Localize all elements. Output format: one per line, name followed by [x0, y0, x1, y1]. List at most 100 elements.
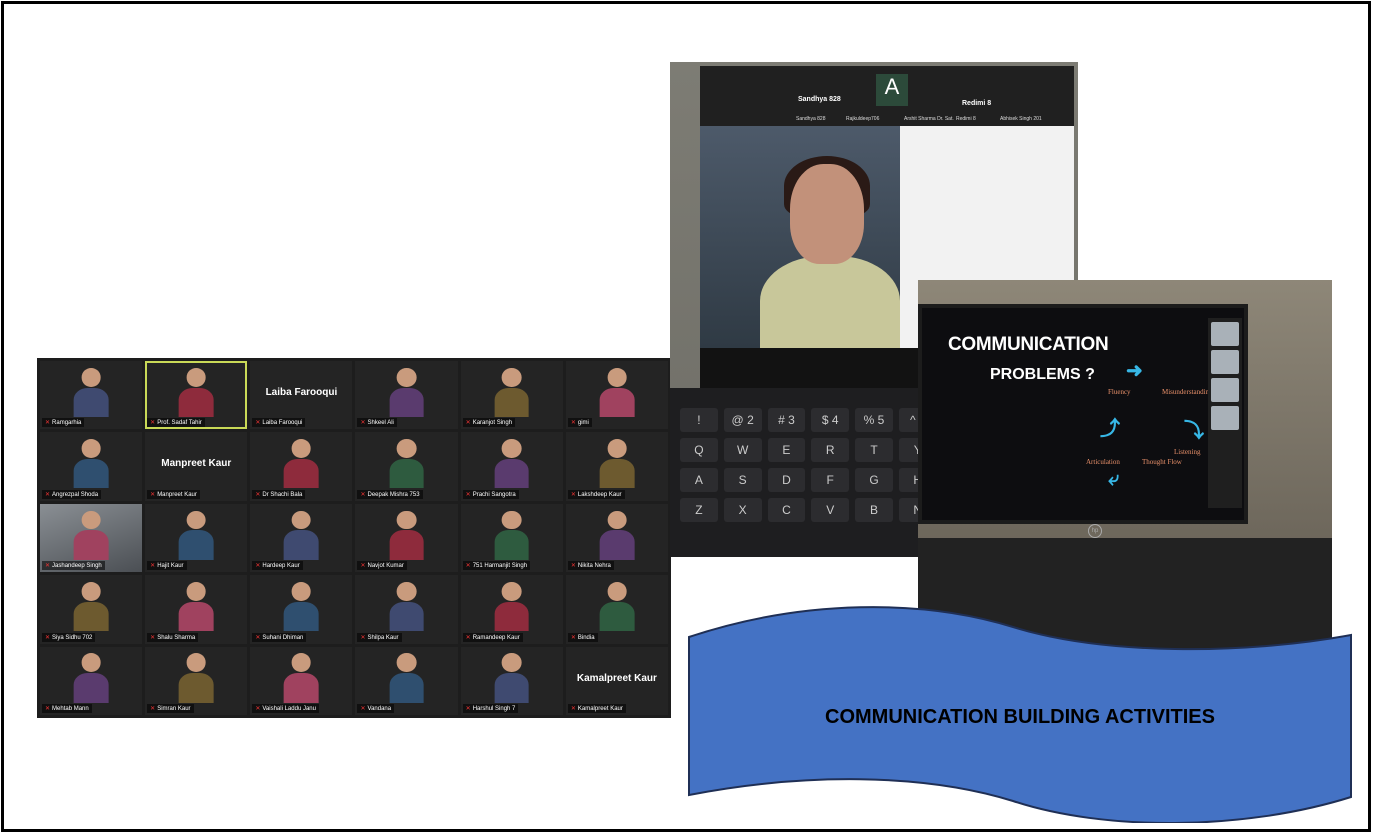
participant-tile: ✕ Shalu Sharma: [145, 575, 248, 644]
participant-tile: ✕ Hardeep Kaur: [250, 503, 353, 573]
participant-name: Lakshdeep Kaur: [577, 491, 622, 498]
participant-tile: ✕ Suhani Dhiman: [250, 575, 353, 644]
participant-body: [284, 601, 319, 632]
participant-body: [284, 673, 319, 703]
participant-label: ✕ Prachi Sangotra: [462, 489, 519, 499]
participant-label: ✕ Kamalpreet Kaur: [567, 704, 626, 713]
participant-head: [607, 367, 627, 387]
participant-video: [599, 439, 635, 489]
keyboard-key: Z: [680, 498, 718, 522]
keyboard-key: B: [855, 498, 893, 522]
mic-muted-icon: ✕: [255, 563, 261, 570]
participant-thumb: [1211, 378, 1239, 402]
participant-name: Sandhya 828: [798, 96, 841, 103]
participant-head: [291, 439, 312, 458]
participant-video: [178, 510, 214, 560]
participant-head: [186, 582, 206, 601]
mic-muted-icon: ✕: [570, 634, 576, 641]
participant-body: [178, 673, 214, 703]
participant-video: [284, 653, 319, 703]
participant-video: [73, 367, 109, 418]
participant-name: Shilpa Kaur: [367, 634, 399, 641]
cycle-label: Articulation: [1086, 458, 1120, 466]
mic-muted-icon: ✕: [360, 491, 366, 498]
participant-body: [494, 387, 530, 418]
mic-muted-icon: ✕: [465, 420, 471, 427]
mic-muted-icon: ✕: [465, 491, 471, 498]
participant-name: Shalu Sharma: [157, 634, 196, 641]
keyboard-key: V: [811, 498, 850, 522]
slide-subtitle: PROBLEMS ?: [990, 366, 1095, 383]
participant-tile: ✕ Jashandeep Singh: [40, 503, 143, 573]
keyboard-key: Q: [680, 438, 718, 462]
participant-name: Deepak Mishra 753: [367, 491, 420, 498]
mic-muted-icon: ✕: [465, 706, 471, 712]
participant-name: Simran Kaur: [157, 706, 191, 712]
keyboard-key: W: [723, 438, 762, 462]
participant-label: ✕ Angrezpal Shoda: [42, 489, 102, 499]
participant-head: [81, 510, 101, 530]
participant-sub: Rajkuldeep706: [846, 116, 880, 122]
participant-head: [502, 653, 522, 673]
keyboard-key: X: [723, 498, 762, 522]
mic-muted-icon: ✕: [360, 706, 366, 712]
participant-label: ✕ Suhani Dhiman: [252, 632, 307, 642]
participant-name: Nikita Nehra: [577, 563, 611, 570]
participant-label: ✕ Simran Kaur: [147, 704, 194, 713]
participant-label: ✕ 751 Harmanjit Singh: [462, 561, 531, 571]
participant-name: Laiba Farooqui: [262, 420, 303, 427]
participant-body: [494, 673, 530, 703]
participant-label: ✕ Ramgarhia: [42, 418, 85, 428]
participant-body: [494, 601, 530, 632]
participant-sub: Redimi 8: [956, 116, 976, 122]
participant-head: [396, 367, 417, 387]
participant-body: [73, 387, 109, 418]
participant-tile: ✕ Navjot Kumar: [355, 503, 458, 573]
cycle-label: Listening: [1174, 448, 1201, 456]
participant-body: [73, 673, 109, 703]
participant-name: Redimi 8: [962, 100, 992, 107]
mic-muted-icon: ✕: [465, 634, 471, 641]
participant-head: [502, 439, 522, 458]
participant-body: [389, 530, 424, 560]
participant-video: [178, 582, 214, 632]
participant-body: [599, 601, 635, 632]
hp-logo-icon: hp: [1088, 524, 1102, 538]
participant-thumb: [1211, 406, 1239, 430]
participant-label: ✕ Hajit Kaur: [147, 561, 187, 571]
laptop-photo-slide: COMMUNICATION PROBLEMS ? Fluency ➜ Misun…: [918, 280, 1332, 652]
participant-label: ✕ Nikita Nehra: [567, 561, 614, 571]
mic-muted-icon: ✕: [360, 563, 366, 570]
participant-tile: ✕ gimi: [565, 361, 668, 430]
participant-tile: ✕ Shkeel Ali: [355, 361, 458, 430]
keyboard-key: A: [680, 468, 718, 492]
participant-body: [599, 387, 635, 418]
participant-head: [607, 582, 627, 601]
participant-tile: ✕ Dr Shachi Bala: [250, 432, 353, 501]
participant-head: [186, 367, 206, 387]
participant-head: [291, 510, 312, 530]
participant-tile: ✕ Nikita Nehra: [565, 503, 668, 573]
participant-video: [284, 439, 319, 489]
participant-video: [389, 582, 424, 632]
participant-head: [81, 367, 101, 387]
cycle-label: Thought Flow: [1142, 458, 1182, 466]
participant-tile: ✕ Deepak Mishra 753: [355, 432, 458, 501]
participant-tile: ✕ Hajit Kaur: [145, 503, 248, 573]
participant-tile: ✕ Karanjot Singh: [460, 361, 563, 430]
participant-head: [186, 653, 206, 673]
cycle-arrow: ➜: [1126, 360, 1143, 382]
mic-muted-icon: ✕: [570, 420, 576, 427]
participant-name: Hardeep Kaur: [262, 563, 300, 570]
participant-body: [389, 387, 424, 418]
participant-sub: Arshit Sharma Dr. Sat.: [904, 116, 954, 122]
participant-body: [389, 601, 424, 632]
participant-label: ✕ Vandana: [357, 704, 395, 713]
participant-name: Bindia: [577, 634, 595, 641]
participant-tile: ✕ Ramgarhia: [40, 361, 143, 430]
participant-head: [81, 582, 101, 601]
participant-video: [73, 439, 109, 489]
mic-muted-icon: ✕: [150, 634, 156, 641]
participant-body: [494, 458, 530, 489]
participant-label: ✕ Karanjot Singh: [462, 418, 516, 428]
